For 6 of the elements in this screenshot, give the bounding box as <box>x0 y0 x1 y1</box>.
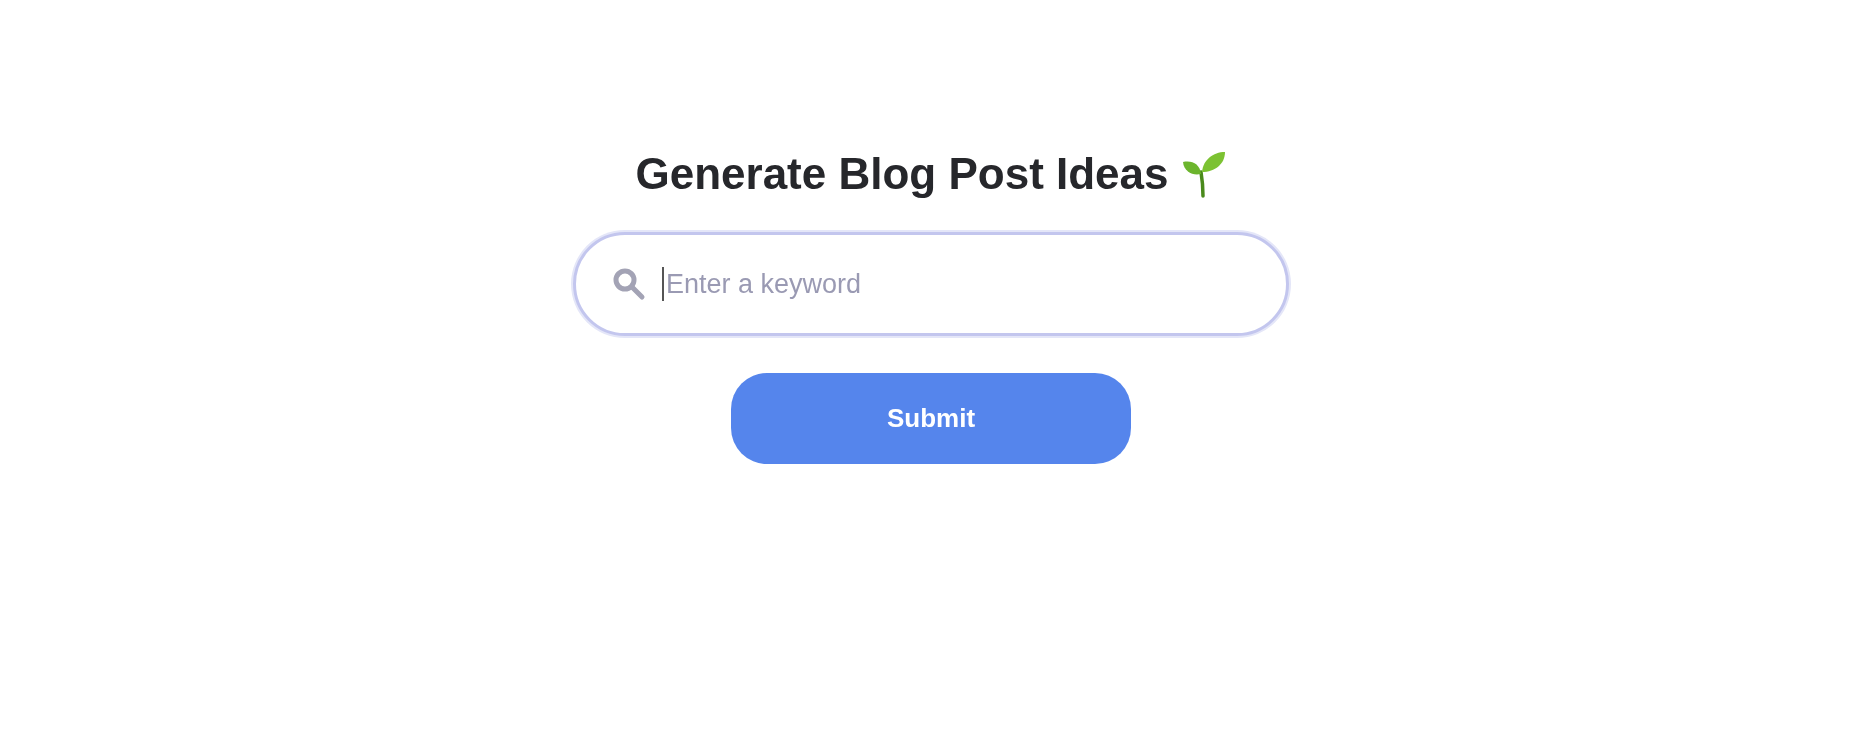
page-title: Generate Blog Post Ideas <box>635 152 1169 196</box>
search-field[interactable]: Enter a keyword <box>573 232 1289 336</box>
submit-button[interactable]: Submit <box>731 373 1131 464</box>
seedling-icon <box>1180 150 1227 198</box>
search-icon <box>612 267 646 301</box>
search-input[interactable]: Enter a keyword <box>664 263 1254 305</box>
